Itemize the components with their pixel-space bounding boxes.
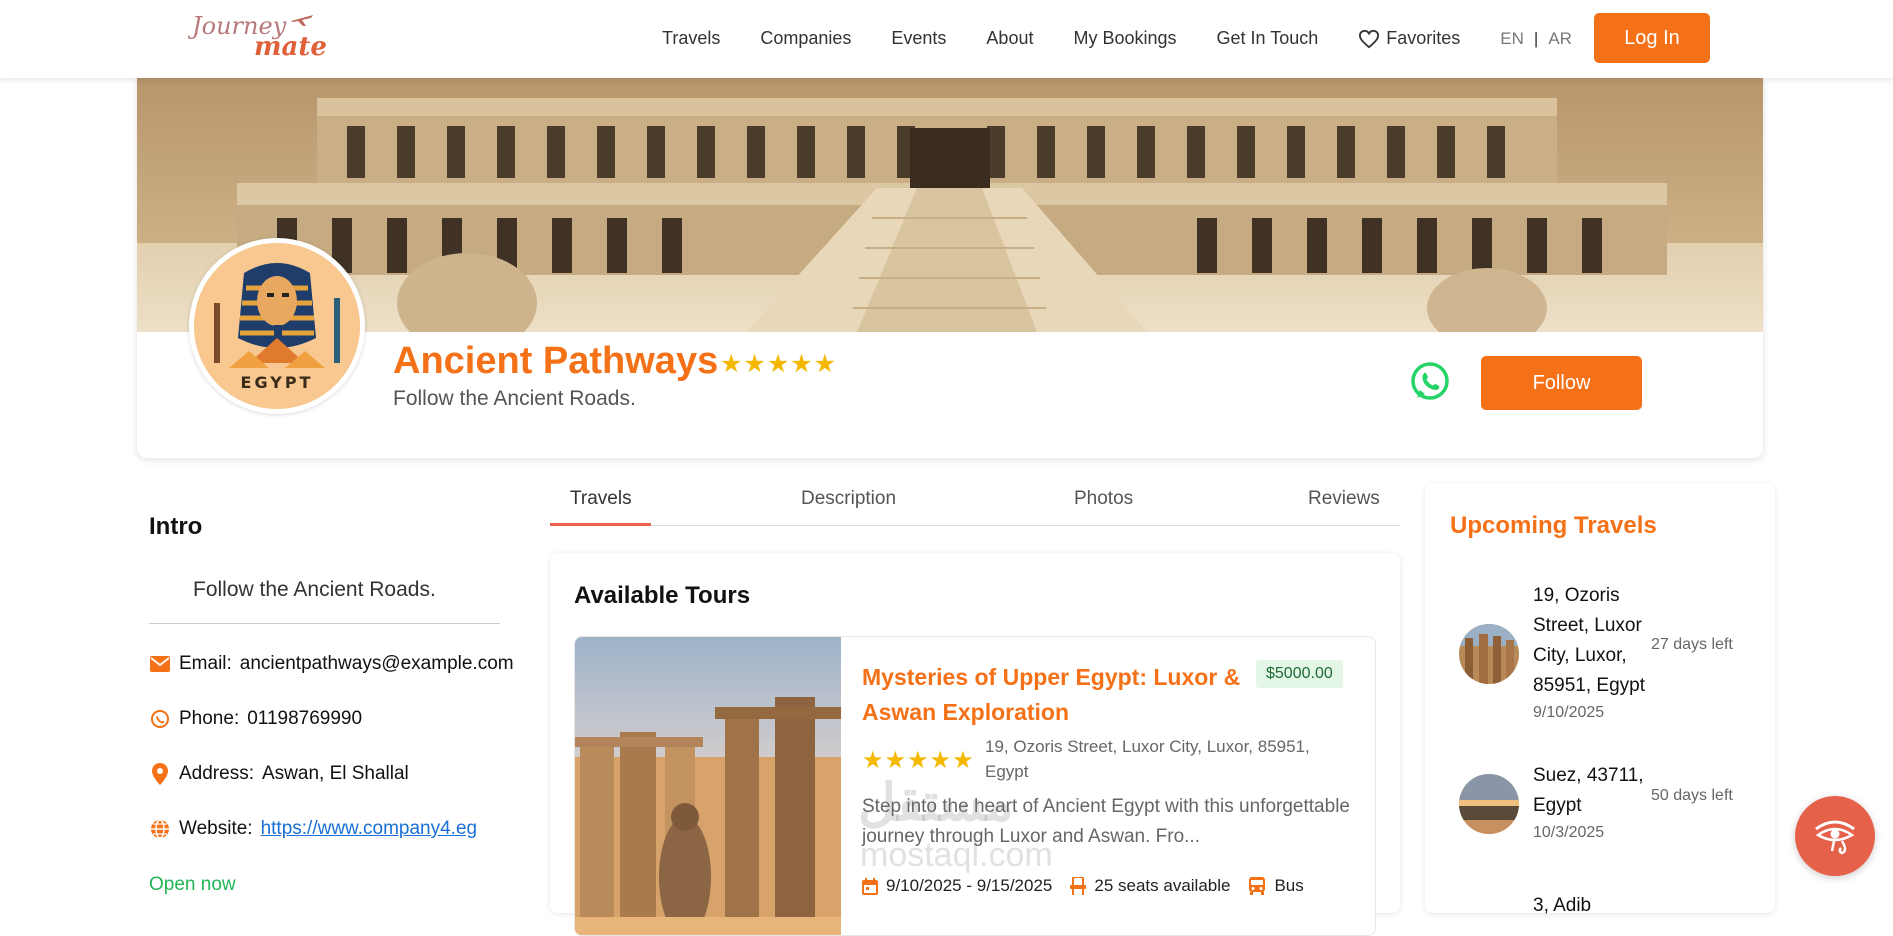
lang-separator: | xyxy=(1533,28,1539,48)
upcoming-thumb-suez xyxy=(1459,774,1519,834)
upcoming-date: 10/3/2025 xyxy=(1533,824,1605,841)
active-tab-indicator xyxy=(550,523,651,526)
tab-travels[interactable]: Travels xyxy=(570,488,632,510)
logo-text-mate: mate xyxy=(254,32,327,62)
upcoming-address: Suez, 43711, Egypt xyxy=(1533,765,1644,816)
heart-icon xyxy=(1359,29,1380,48)
company-tagline: Follow the Ancient Roads. xyxy=(393,387,636,410)
company-avatar[interactable]: EGYPT xyxy=(189,238,365,414)
top-navbar: Journey mate Travels Companies Events Ab… xyxy=(0,0,1893,78)
airplane-icon xyxy=(291,15,313,26)
tour-rating-stars: ★★★★★ xyxy=(862,747,975,774)
eye-of-horus-icon xyxy=(1815,820,1855,855)
lang-ar[interactable]: AR xyxy=(1548,29,1572,49)
eye-of-horus-button[interactable] xyxy=(1795,796,1875,876)
tour-dates-text: 9/10/2025 - 9/15/2025 xyxy=(886,876,1053,895)
nav-get-in-touch[interactable]: Get In Touch xyxy=(1217,28,1319,49)
tab-photos[interactable]: Photos xyxy=(1074,488,1133,510)
nav-events[interactable]: Events xyxy=(891,28,946,49)
avatar-egypt-text: EGYPT xyxy=(241,373,314,392)
tour-transport-text: Bus xyxy=(1274,876,1304,895)
phone-value[interactable]: 01198769990 xyxy=(247,708,362,730)
seat-icon xyxy=(1070,877,1087,895)
whatsapp-icon[interactable] xyxy=(1409,361,1451,403)
tour-transport: Bus xyxy=(1248,876,1304,896)
upcoming-address: 19, Ozoris Street, Luxor City, Luxor, 85… xyxy=(1533,585,1645,696)
website-label: Website: xyxy=(179,818,253,839)
bus-icon xyxy=(1249,877,1266,895)
company-name: Ancient Pathways xyxy=(393,340,719,382)
nav-travels[interactable]: Travels xyxy=(662,28,720,49)
whatsapp-small-icon xyxy=(149,708,171,730)
company-rating-stars: ★★★★★ xyxy=(720,350,838,378)
phone-label: Phone: xyxy=(179,708,240,729)
follow-button[interactable]: Follow xyxy=(1481,356,1642,410)
cover-photo-temple xyxy=(137,78,1763,332)
intro-divider xyxy=(149,623,500,624)
watermark-domain: mostaql.com xyxy=(860,836,1053,874)
tab-description[interactable]: Description xyxy=(801,488,896,510)
info-phone: Phone: 01198769990 xyxy=(149,708,362,730)
map-pin-icon xyxy=(149,763,171,785)
tour-price-badge: $5000.00 xyxy=(1256,660,1343,688)
upcoming-date: 9/10/2025 xyxy=(1533,704,1605,721)
nav-companies[interactable]: Companies xyxy=(760,28,851,49)
upcoming-days-left: 27 days left xyxy=(1651,636,1733,653)
upcoming-address: 3, Adib xyxy=(1533,895,1592,916)
company-tabs: Travels Description Photos Reviews xyxy=(550,480,1400,526)
info-email: Email: ancientpathways@example.com xyxy=(149,653,616,675)
upcoming-days-left: 50 days left xyxy=(1651,787,1733,804)
info-website: Website: https://www.company4.eg xyxy=(149,818,477,840)
main-nav: Travels Companies Events About My Bookin… xyxy=(662,28,1572,49)
open-status: Open now xyxy=(149,874,236,895)
address-value: Aswan, El Shallal xyxy=(261,763,409,784)
tour-dates: 9/10/2025 - 9/15/2025 xyxy=(862,876,1052,896)
tour-seats-text: 25 seats available xyxy=(1094,876,1231,895)
nav-favorites[interactable]: Favorites xyxy=(1358,28,1460,49)
info-address: Address: Aswan, El Shallal xyxy=(149,763,409,785)
nav-about[interactable]: About xyxy=(986,28,1033,49)
tour-seats: 25 seats available xyxy=(1070,876,1230,896)
upcoming-travels-title: Upcoming Travels xyxy=(1450,512,1657,539)
tour-photo-luxor-temple xyxy=(575,637,841,935)
intro-title: Intro xyxy=(149,513,203,540)
nav-my-bookings[interactable]: My Bookings xyxy=(1073,28,1176,49)
upcoming-travels-panel: Upcoming Travels 19, Ozoris Street, Luxo… xyxy=(1425,483,1775,916)
globe-icon xyxy=(149,818,171,840)
calendar-icon xyxy=(862,877,878,895)
address-label: Address: xyxy=(179,763,254,784)
available-tours-title: Available Tours xyxy=(574,582,751,609)
website-link[interactable]: https://www.company4.eg xyxy=(261,818,478,840)
tour-meta: 9/10/2025 - 9/15/2025 25 seats available… xyxy=(862,876,1322,896)
pharaoh-logo-icon: EGYPT xyxy=(194,243,360,409)
lang-en[interactable]: EN xyxy=(1500,29,1524,49)
login-button[interactable]: Log In xyxy=(1594,13,1710,63)
watermark-arabic: مستقل xyxy=(858,774,1014,832)
email-value[interactable]: ancientpathways@example.com xyxy=(240,653,514,674)
tab-reviews[interactable]: Reviews xyxy=(1308,488,1380,510)
journey-mate-logo[interactable]: Journey mate xyxy=(188,8,328,68)
tour-title[interactable]: Mysteries of Upper Egypt: Luxor & Aswan … xyxy=(862,660,1252,730)
tour-address: 19, Ozoris Street, Luxor City, Luxor, 85… xyxy=(985,737,1310,781)
company-header-card: EGYPT Ancient Pathways ★★★★★ Follow the … xyxy=(137,78,1763,458)
envelope-icon xyxy=(149,653,171,675)
email-label: Email: xyxy=(179,653,232,674)
nav-favorites-label: Favorites xyxy=(1386,28,1461,48)
language-switcher: EN | AR xyxy=(1500,29,1572,49)
intro-text: Follow the Ancient Roads. xyxy=(193,578,436,601)
upcoming-thumb-karnak xyxy=(1459,624,1519,684)
